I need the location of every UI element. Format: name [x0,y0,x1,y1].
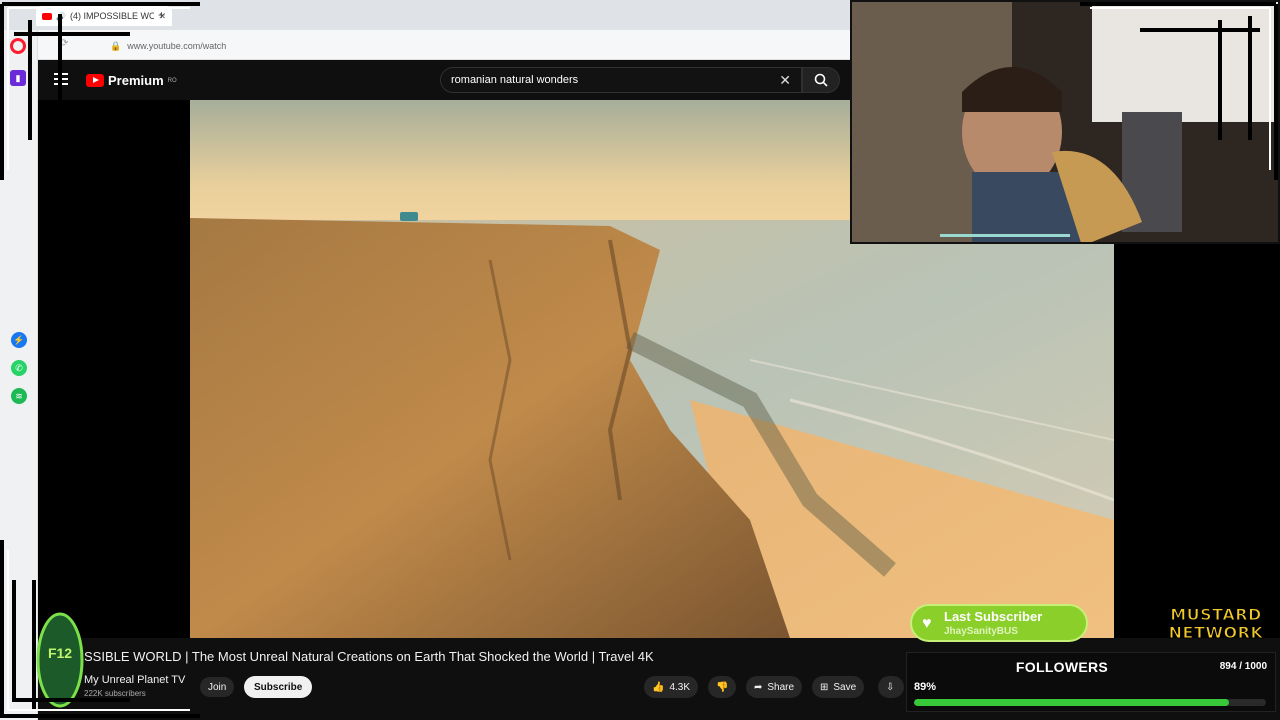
youtube-logo[interactable]: Premium RO [86,73,177,88]
subscriber-count: 222K subscribers [84,689,146,698]
followers-count: 894 / 1000 [1219,661,1267,672]
url-text: www.youtube.com/watch [127,41,227,51]
search-button[interactable] [802,67,840,93]
followers-title: FOLLOWERS [1015,659,1109,675]
webcam-image [852,2,1278,242]
twitch-icon[interactable]: ▮ [10,70,26,86]
share-label: Share [767,681,795,693]
clear-search-icon[interactable]: ✕ [779,72,791,89]
video-letterbox-left [38,100,190,638]
save-button[interactable]: ⊞ Save [812,676,865,698]
lock-icon: 🔒 [110,40,122,51]
video-letterbox-right [1114,240,1280,638]
like-count: 4.3K [669,681,691,693]
webcam-audio-bar [940,234,1070,237]
address-bar: ⟳ 🔒 www.youtube.com/watch [0,30,850,60]
tab-title: (4) IMPOSSIBLE WORL [69,11,155,21]
network-logo-line1: MUSTARD [1170,605,1262,624]
join-button[interactable]: Join [200,677,235,697]
last-subscriber-title: Last Subscriber [944,609,1043,624]
channel-badge-logo: F12 [36,612,84,708]
followers-percent: 89% [914,681,937,693]
messenger-icon[interactable]: ⚡ [11,332,27,348]
save-label: Save [833,681,857,693]
thumbs-down-icon: 👎 [716,681,729,693]
followers-progress-track [914,699,1266,706]
share-icon: ➦ [754,681,763,693]
bookmark-icon: ⊞ [820,681,829,693]
badge-text: F12 [48,645,72,661]
network-logo: MUSTARD NETWORK [1156,605,1276,644]
new-tab-icon[interactable]: + [158,8,165,22]
youtube-play-icon [86,74,104,87]
webcam-feed [850,0,1280,244]
search-icon [814,73,828,87]
video-title: SSIBLE WORLD | The Most Unreal Natural C… [84,649,654,664]
share-button[interactable]: ➦ Share [746,676,803,698]
reload-icon[interactable]: ⟳ [60,38,68,49]
browser-tab[interactable]: 🔊 (4) IMPOSSIBLE WORL ✕ [36,6,172,26]
opera-logo-icon[interactable] [10,38,26,54]
channel-name[interactable]: My Unreal Planet TV [84,674,185,686]
last-subscriber-name: JhaySanityBUS [944,626,1018,637]
browser-sidebar: ▮ ⚡ ✆ ≋ [0,30,38,720]
nav-buttons: ⟳ [60,38,68,49]
search-input[interactable]: romanian natural wonders ✕ [440,67,802,93]
brand-label: Premium [108,73,164,88]
thumbs-up-icon: 👍 [652,681,665,693]
network-logo-line2: NETWORK [1168,623,1264,642]
browser-tab-strip: 🔊 (4) IMPOSSIBLE WORL ✕ + [0,0,850,30]
spotify-icon[interactable]: ≋ [11,388,27,404]
mute-icon[interactable]: 🔊 [56,12,66,21]
download-icon: ⇩ [886,681,895,693]
followers-goal-widget: FOLLOWERS 894 / 1000 89% [906,652,1276,712]
like-button[interactable]: 👍 4.3K [644,676,699,698]
download-button[interactable]: ⇩ [878,676,904,698]
heart-icon: ♥ [922,615,932,632]
whatsapp-icon[interactable]: ✆ [11,360,27,376]
youtube-favicon-icon [42,12,52,20]
stream-scene: 🔊 (4) IMPOSSIBLE WORL ✕ + ⟳ 🔒 www.youtub… [0,0,1280,720]
followers-progress-fill [914,699,1229,706]
brand-region: RO [167,77,177,84]
search-query: romanian natural wonders [451,74,579,86]
dislike-button[interactable]: 👎 [708,676,737,698]
youtube-header: Premium RO romanian natural wonders ✕ [38,60,850,100]
subscribe-button[interactable]: Subscribe [244,676,313,698]
hamburger-menu-icon[interactable] [54,73,68,85]
last-subscriber-widget: ♥ Last Subscriber JhaySanityBUS [910,604,1088,642]
url-field[interactable]: 🔒 www.youtube.com/watch [110,38,830,54]
